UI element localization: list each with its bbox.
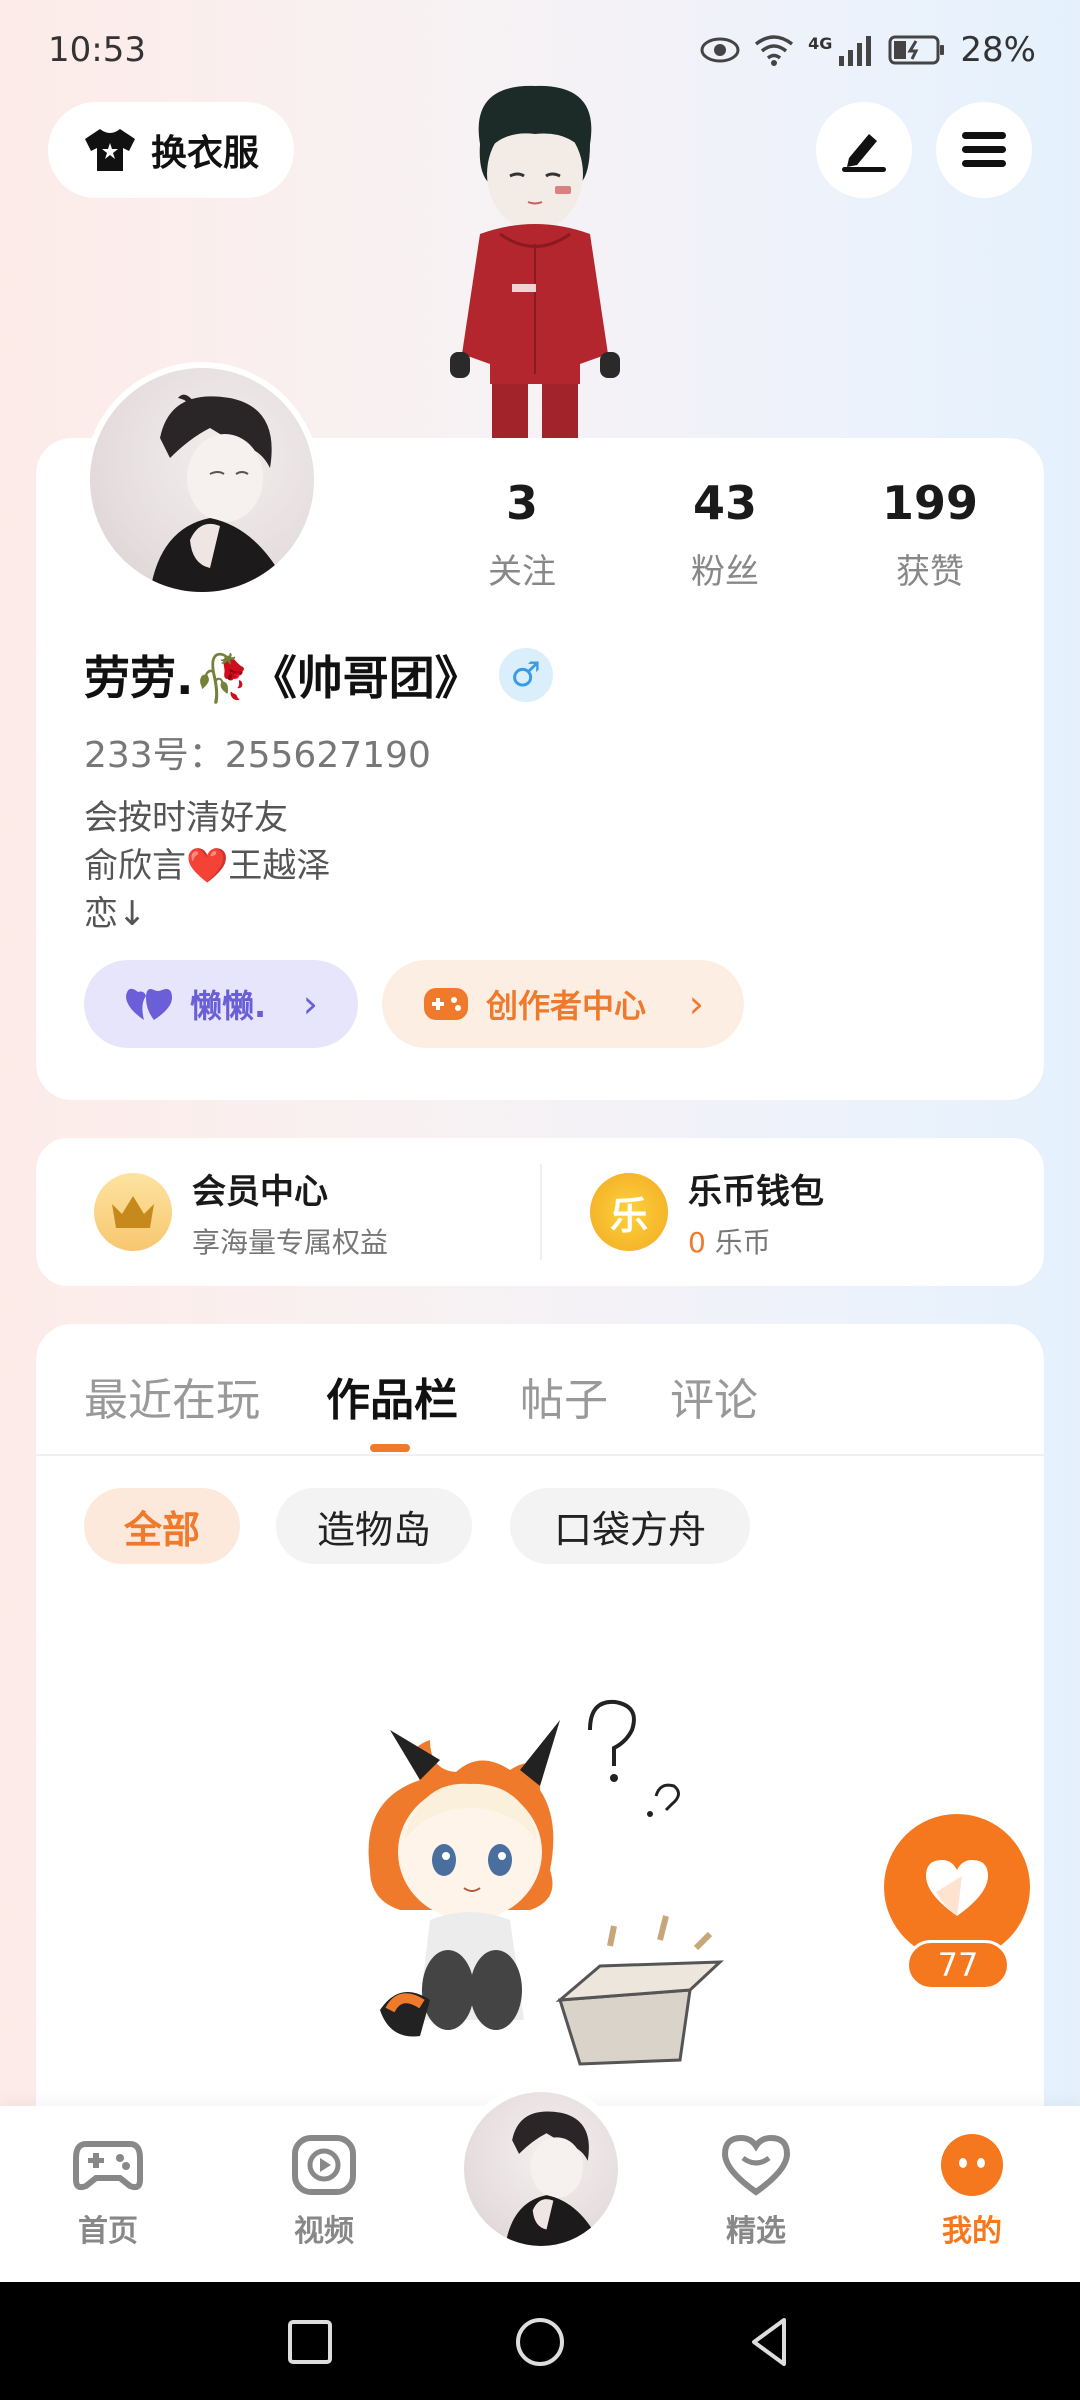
tab-indicator [370, 1444, 410, 1452]
hamburger-icon [962, 132, 1006, 167]
signal-icon [839, 36, 872, 66]
bio-line: 恋↓ [84, 894, 147, 934]
chevron-right-icon: › [688, 982, 704, 1026]
pencil-icon [842, 134, 886, 172]
nav-avatar-center[interactable] [456, 2084, 626, 2254]
me-icon [941, 2134, 1003, 2196]
heart-icon [926, 1860, 988, 1916]
gamepad-icon [73, 2141, 143, 2191]
edit-profile-button[interactable] [816, 102, 912, 198]
content-tabs: 最近在玩 作品栏 帖子 评论 [36, 1324, 1044, 1456]
stat-following[interactable]: 3 关注 [442, 476, 602, 593]
member-center-title: 会员中心 [192, 1171, 328, 1212]
gamepad-plus-icon [424, 988, 468, 1020]
back-icon[interactable] [742, 2314, 798, 2370]
avatar-3d-figure[interactable] [430, 84, 640, 440]
avatar-image [505, 2111, 602, 2246]
chevron-right-icon: › [302, 982, 318, 1026]
change-outfit-button[interactable]: 换衣服 [48, 102, 294, 198]
home-icon[interactable] [512, 2314, 568, 2370]
membership-card: 会员中心 享海量专属权益 乐 乐币钱包 0 乐币 [36, 1138, 1044, 1286]
stat-likes-label: 获赞 [896, 552, 964, 592]
change-outfit-label: 换衣服 [150, 133, 259, 174]
battery-level: 28% [960, 30, 1036, 70]
creator-center-label: 创作者中心 [486, 987, 647, 1025]
tab-comments[interactable]: 评论 [670, 1364, 758, 1428]
wallet-unit: 乐币 [714, 1225, 771, 1259]
wallet-amount: 0 [688, 1225, 706, 1259]
status-time: 10:53 [48, 30, 146, 70]
heart-chat-icon [721, 2134, 791, 2196]
filter-all[interactable]: 全部 [84, 1488, 240, 1564]
empty-state-illustration [368, 1699, 724, 2066]
stat-fans-count: 43 [692, 476, 757, 530]
gender-male-icon: ♂ [498, 648, 553, 702]
eye-icon [700, 37, 740, 63]
stat-following-label: 关注 [488, 552, 556, 592]
fan-group-label: 懒懒. [190, 987, 267, 1025]
nav-featured[interactable]: 精选 [686, 2130, 826, 2250]
tab-posts[interactable]: 帖子 [520, 1364, 608, 1428]
bio: 会按时清好友 俞欣言❤️王越泽 恋↓ [84, 794, 330, 938]
stat-likes[interactable]: 199 获赞 [850, 476, 1010, 593]
like-count-badge: 77 [906, 1940, 1010, 1990]
stat-following-count: 3 [505, 476, 538, 530]
nav-home[interactable]: 首页 [38, 2130, 178, 2250]
double-heart-icon [126, 988, 172, 1020]
bio-line: 会按时清好友 [84, 798, 288, 838]
member-center-subtitle: 享海量专属权益 [192, 1225, 389, 1259]
wallet-balance: 0 乐币 [688, 1221, 824, 1261]
nav-me[interactable]: 我的 [902, 2130, 1042, 2250]
creator-center-button[interactable]: 创作者中心 › [382, 960, 744, 1048]
status-icons: 4G 28% [700, 30, 1036, 70]
filter-pocket-ark[interactable]: 口袋方舟 [510, 1488, 750, 1564]
wifi-icon [755, 35, 794, 66]
video-icon [292, 2135, 356, 2195]
divider [540, 1164, 542, 1260]
network-type: 4G [808, 34, 833, 53]
username: 劳劳.🥀《帅哥团》 [84, 651, 481, 705]
nav-featured-label: 精选 [726, 2214, 786, 2249]
member-center-entry[interactable]: 会员中心 享海量专属权益 [94, 1138, 388, 1286]
system-nav-bar [0, 2282, 1080, 2400]
profile-stats: 3 关注 43 粉丝 199 获赞 [0, 476, 1080, 606]
like-float-button[interactable] [884, 1814, 1030, 1960]
stat-fans-label: 粉丝 [691, 552, 759, 592]
tshirt-icon [84, 129, 135, 171]
recents-icon[interactable] [282, 2314, 338, 2370]
stat-likes-count: 199 [881, 476, 979, 530]
tab-works[interactable]: 作品栏 [326, 1364, 458, 1428]
nav-video[interactable]: 视频 [254, 2130, 394, 2250]
wallet-title: 乐币钱包 [688, 1171, 824, 1212]
nav-me-label: 我的 [942, 2214, 1002, 2249]
menu-button[interactable] [936, 102, 1032, 198]
user-id: 233号：255627190 [84, 735, 431, 776]
fan-group-button[interactable]: 懒懒. › [84, 960, 358, 1048]
name-row: 劳劳.🥀《帅哥团》 ♂ [84, 640, 553, 710]
stat-fans[interactable]: 43 粉丝 [645, 476, 805, 593]
wallet-entry[interactable]: 乐 乐币钱包 0 乐币 [590, 1138, 824, 1286]
bio-line: 俞欣言❤️王越泽 [84, 846, 331, 886]
filter-creation-island[interactable]: 造物岛 [276, 1488, 472, 1564]
nav-video-label: 视频 [294, 2214, 354, 2249]
tab-recently-played[interactable]: 最近在玩 [84, 1364, 260, 1428]
battery-icon [888, 35, 945, 65]
nav-home-label: 首页 [78, 2214, 138, 2249]
le-coin-icon: 乐 [590, 1173, 668, 1251]
crown-icon [94, 1173, 172, 1251]
